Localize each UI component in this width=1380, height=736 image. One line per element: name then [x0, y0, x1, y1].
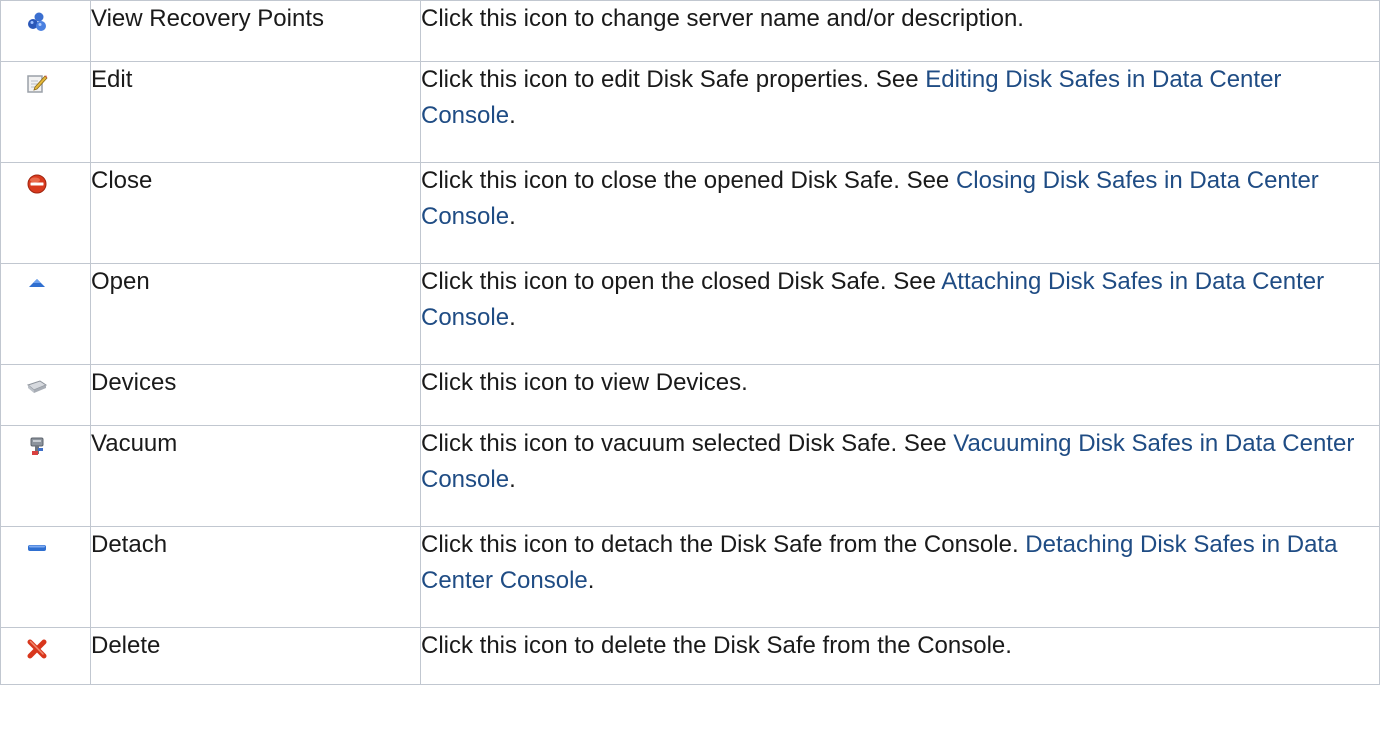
icon-name: Vacuum: [90, 425, 421, 527]
table-row: Close Click this icon to close the opene…: [0, 162, 1380, 264]
icon-description: Click this icon to edit Disk Safe proper…: [420, 61, 1380, 163]
icon-name: View Recovery Points: [90, 0, 421, 62]
open-triangle-icon: [26, 274, 48, 296]
table-row: Detach Click this icon to detach the Dis…: [0, 526, 1380, 628]
icon-name: Open: [90, 263, 421, 365]
icon-description: Click this icon to change server name an…: [420, 0, 1380, 62]
devices-icon: [26, 375, 48, 397]
table-row: Delete Click this icon to delete the Dis…: [0, 627, 1380, 685]
detach-icon: [26, 537, 48, 559]
vacuum-icon: [26, 436, 48, 458]
icon-name: Edit: [90, 61, 421, 163]
table-row: Edit Click this icon to edit Disk Safe p…: [0, 61, 1380, 163]
view-recovery-points-icon: [26, 11, 48, 33]
table-row: Vacuum Click this icon to vacuum selecte…: [0, 425, 1380, 527]
icon-name: Detach: [90, 526, 421, 628]
icon-cell: [0, 61, 91, 163]
description-suffix: .: [509, 102, 516, 129]
description-text: Click this icon to vacuum selected Disk …: [421, 430, 954, 457]
table-row: Devices Click this icon to view Devices.: [0, 364, 1380, 426]
icon-cell: [0, 364, 91, 426]
icon-description: Click this icon to vacuum selected Disk …: [420, 425, 1380, 527]
icon-name: Delete: [90, 627, 421, 685]
icon-cell: [0, 162, 91, 264]
description-text: Click this icon to delete the Disk Safe …: [421, 632, 1012, 659]
icon-name: Devices: [90, 364, 421, 426]
icon-description: Click this icon to open the closed Disk …: [420, 263, 1380, 365]
icon-cell: [0, 263, 91, 365]
icon-description: Click this icon to close the opened Disk…: [420, 162, 1380, 264]
icon-description: Click this icon to detach the Disk Safe …: [420, 526, 1380, 628]
delete-icon: [26, 638, 48, 660]
description-text: Click this icon to detach the Disk Safe …: [421, 531, 1026, 558]
description-suffix: .: [509, 466, 516, 493]
icon-name: Close: [90, 162, 421, 264]
description-text: Click this icon to view Devices.: [421, 369, 748, 396]
icon-cell: [0, 627, 91, 685]
icon-cell: [0, 0, 91, 62]
description-suffix: .: [587, 567, 595, 594]
description-text: Click this icon to edit Disk Safe proper…: [421, 66, 926, 93]
description-text: Click this icon to open the closed Disk …: [421, 268, 942, 295]
icon-description: Click this icon to delete the Disk Safe …: [420, 627, 1380, 685]
description-text: Click this icon to change server name an…: [421, 5, 1024, 32]
edit-icon: [26, 72, 48, 94]
icon-reference-table: View Recovery Points Click this icon to …: [0, 0, 1380, 685]
icon-description: Click this icon to view Devices.: [420, 364, 1380, 426]
description-text: Click this icon to close the opened Disk…: [421, 167, 956, 194]
table-row: Open Click this icon to open the closed …: [0, 263, 1380, 365]
icon-cell: [0, 425, 91, 527]
table-row: View Recovery Points Click this icon to …: [0, 0, 1380, 62]
stop-icon: [26, 173, 48, 195]
description-suffix: .: [509, 304, 516, 331]
icon-cell: [0, 526, 91, 628]
description-suffix: .: [509, 203, 516, 230]
